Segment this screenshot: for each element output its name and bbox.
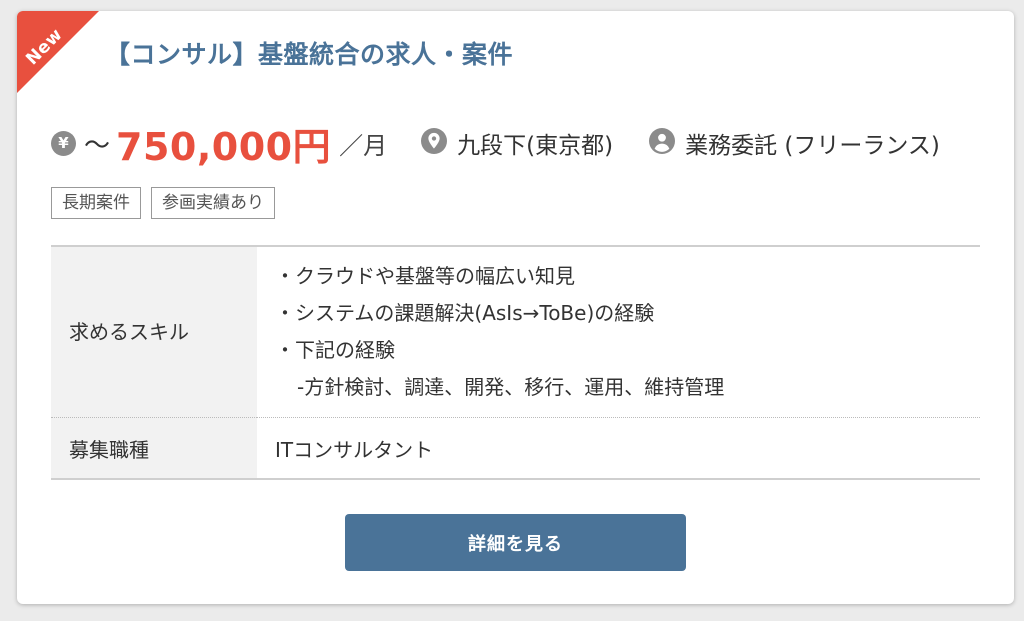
- tag-track-record: 参画実績あり: [151, 187, 275, 219]
- list-item: ・クラウドや基盤等の幅広い知見: [275, 264, 575, 288]
- employment-text: 業務委託 (フリーランス): [685, 133, 940, 159]
- list-item: ・下記の経験: [275, 338, 395, 362]
- list-item: -方針検討、調達、開発、移行、運用、維持管理: [297, 375, 725, 399]
- skill-label-text: 求めるスキル: [69, 319, 189, 344]
- job-title[interactable]: 【コンサル】基盤統合の求人・案件: [105, 35, 513, 71]
- list-item: ・システムの課題解決(AsIs→ToBe)の経験: [275, 301, 655, 325]
- job-summary: ¥ ～ 750,000円 ／月 九段下(東京都) 業務委託 (フリーランス): [51, 117, 981, 169]
- job-card: New 【コンサル】基盤統合の求人・案件 ¥ ～ 750,000円 ／月 九段下…: [17, 11, 1014, 604]
- map-pin-icon: [421, 128, 448, 158]
- tag-list: 長期案件 参画実績あり: [51, 187, 275, 219]
- skill-label: 求めるスキル: [51, 246, 257, 418]
- role-label: 募集職種: [51, 417, 257, 479]
- new-badge: New: [17, 11, 117, 111]
- salary-prefix: ～: [84, 130, 111, 161]
- view-details-button[interactable]: 詳細を見る: [345, 514, 686, 571]
- salary-unit: ／月: [339, 131, 388, 160]
- skill-list: ・クラウドや基盤等の幅広い知見 ・システムの課題解決(AsIs→ToBe)の経験…: [257, 246, 980, 418]
- salary-amount: 750,000円: [116, 124, 332, 169]
- spec-table: 求めるスキル ・クラウドや基盤等の幅広い知見 ・システムの課題解決(AsIs→T…: [51, 245, 980, 480]
- job-location: 九段下(東京都): [421, 126, 613, 160]
- table-row: 求めるスキル ・クラウドや基盤等の幅広い知見 ・システムの課題解決(AsIs→T…: [51, 246, 980, 418]
- location-text: 九段下(東京都): [457, 133, 614, 159]
- employment-type: 業務委託 (フリーランス): [649, 126, 940, 160]
- person-icon: [649, 128, 676, 158]
- yen-icon: ¥: [51, 130, 76, 156]
- tag-long-term: 長期案件: [51, 187, 141, 219]
- role-value: ITコンサルタント: [257, 417, 980, 479]
- table-row: 募集職種 ITコンサルタント: [51, 417, 980, 479]
